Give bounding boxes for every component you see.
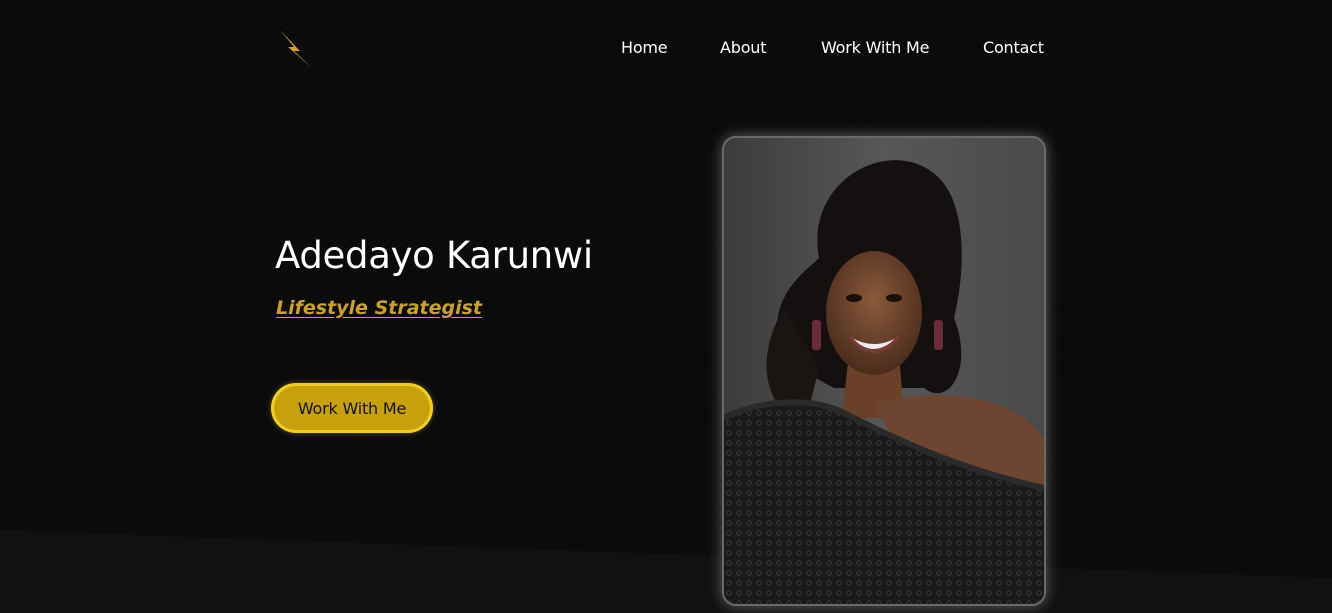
nav-home[interactable]: Home [621,38,668,57]
main-nav: Home About Work With Me Contact [0,38,1332,62]
hero-name: Adedayo Karunwi [275,234,593,277]
work-with-me-button[interactable]: Work With Me [271,383,433,433]
background-band [0,530,1332,613]
portrait-photo [722,136,1046,606]
hero-role[interactable]: Lifestyle Strategist [276,297,482,319]
nav-work-with-me[interactable]: Work With Me [821,38,929,57]
page: Home About Work With Me Contact Adedayo … [0,0,1332,613]
nav-about[interactable]: About [720,38,767,57]
nav-contact[interactable]: Contact [983,38,1044,57]
